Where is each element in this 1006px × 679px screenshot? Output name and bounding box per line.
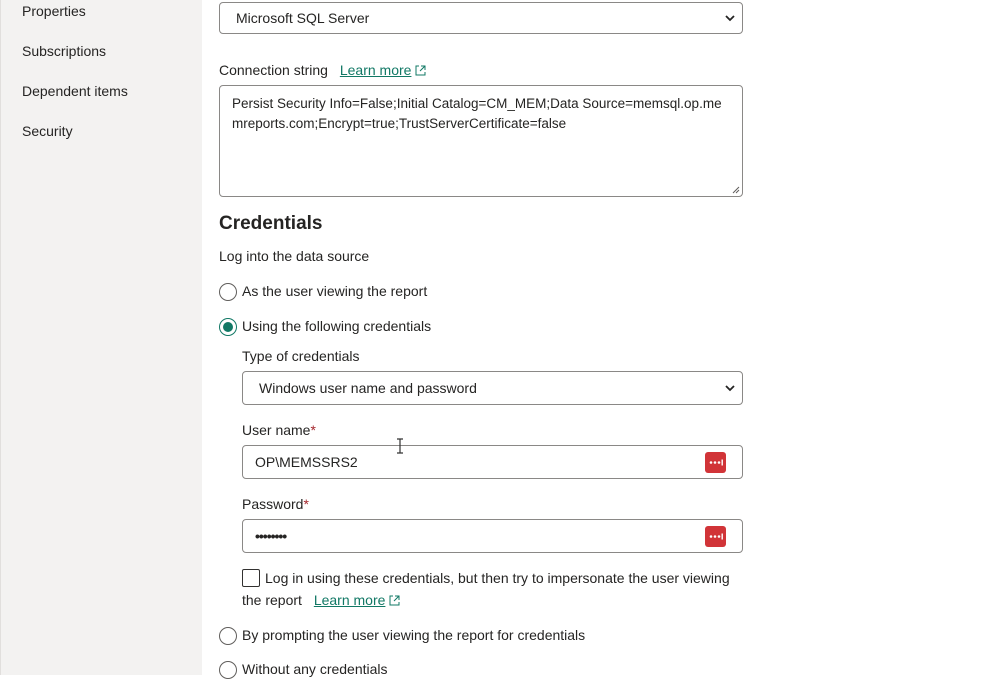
radio-using-following-credentials[interactable] (219, 318, 237, 336)
sidebar-item-security[interactable]: Security (22, 123, 73, 139)
learn-more-text: Learn more (339, 62, 412, 78)
connection-string-label: Connection string (219, 62, 328, 78)
username-value: OP\MEMSSRS2 (255, 454, 358, 470)
sidebar-item-dependent-items[interactable]: Dependent items (22, 83, 128, 99)
password-value: •••••••• (255, 528, 287, 544)
key-vault-button[interactable] (705, 452, 726, 473)
credentials-type-value: Windows user name and password (259, 380, 477, 396)
text-cursor-icon (397, 438, 403, 454)
radio-prompt-user-label[interactable]: By prompting the user viewing the report… (242, 627, 585, 643)
impersonate-label-line1[interactable]: Log in using these credentials, but then… (265, 570, 730, 586)
required-mark: * (303, 496, 309, 512)
impersonate-label-line2-row: the report Learn more (242, 592, 400, 608)
radio-prompt-user[interactable] (219, 627, 237, 645)
external-link-icon (389, 595, 400, 606)
connection-string-value: Persist Security Info=False;Initial Cata… (232, 96, 722, 131)
external-link-icon (415, 65, 426, 76)
sidebar-item-subscriptions[interactable]: Subscriptions (22, 43, 106, 59)
password-label-text: Password (242, 496, 304, 512)
connection-string-label-row: Connection string Learn more (219, 62, 426, 78)
chevron-down-icon (725, 385, 735, 392)
resize-handle-icon[interactable] (731, 185, 740, 194)
required-mark: * (310, 422, 316, 438)
credentials-type-select[interactable]: Windows user name and password (242, 371, 743, 405)
data-source-type-value: Microsoft SQL Server (236, 10, 370, 26)
sidebar: Properties Subscriptions Dependent items… (0, 0, 202, 675)
password-label: Password* (242, 496, 309, 512)
main-content: Microsoft SQL Server Connection string L… (219, 0, 1006, 679)
impersonate-checkbox[interactable] (242, 569, 260, 587)
credentials-subheading: Log into the data source (219, 248, 370, 264)
impersonate-label-line2: the report (242, 592, 302, 608)
key-vault-button[interactable] (705, 526, 726, 547)
chevron-down-icon (725, 15, 735, 22)
radio-without-credentials[interactable] (219, 661, 237, 679)
key-vault-icon (709, 459, 723, 466)
connection-string-learn-more-link[interactable]: Learn more (340, 62, 427, 78)
radio-using-following-credentials-label[interactable]: Using the following credentials (242, 318, 431, 334)
impersonate-learn-more-link[interactable]: Learn more (314, 592, 401, 608)
username-input[interactable]: OP\MEMSSRS2 (242, 445, 743, 479)
username-label-text: User name (242, 422, 311, 438)
connection-string-textarea[interactable]: Persist Security Info=False;Initial Cata… (219, 85, 743, 197)
key-vault-icon (709, 533, 723, 540)
data-source-type-select[interactable]: Microsoft SQL Server (219, 2, 743, 34)
radio-as-user-viewing[interactable] (219, 283, 237, 301)
radio-as-user-viewing-label[interactable]: As the user viewing the report (242, 283, 427, 299)
credentials-heading: Credentials (219, 213, 323, 234)
learn-more-text: Learn more (313, 592, 386, 608)
password-input[interactable]: •••••••• (242, 519, 743, 553)
credentials-type-label: Type of credentials (242, 348, 360, 364)
username-label: User name* (242, 422, 316, 438)
sidebar-item-properties[interactable]: Properties (22, 3, 86, 19)
